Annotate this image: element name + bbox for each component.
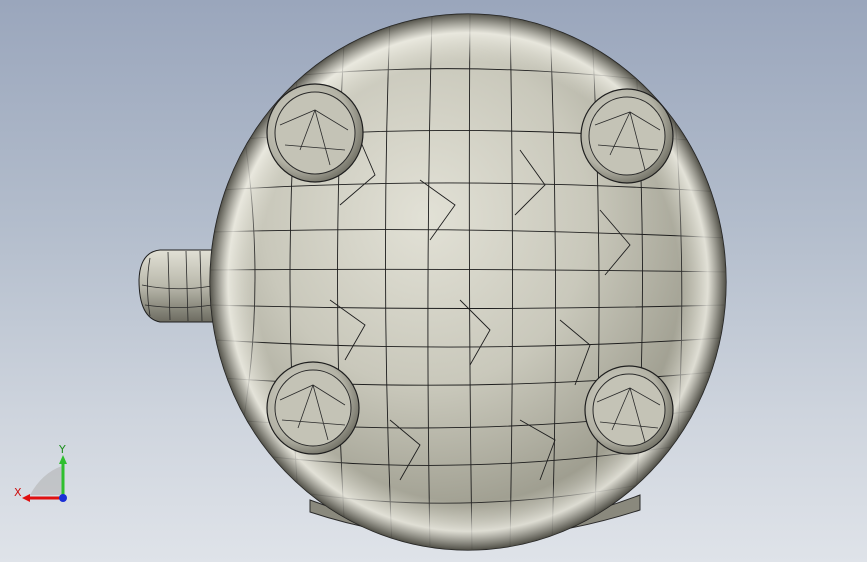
x-axis-label: X <box>14 486 22 499</box>
3d-model-mesh[interactable] <box>0 0 867 562</box>
boss-bottom-left[interactable] <box>266 361 360 455</box>
boss-bottom-right[interactable] <box>584 365 674 455</box>
triad-plane <box>30 466 62 495</box>
handle[interactable] <box>138 249 216 323</box>
z-axis-dot <box>59 494 67 502</box>
x-axis-arrowhead <box>22 494 30 502</box>
y-axis-arrowhead <box>59 455 67 464</box>
coordinate-triad: X Y <box>8 438 78 508</box>
boss-top-right[interactable] <box>580 88 674 184</box>
graphics-viewport[interactable]: X Y <box>0 0 867 562</box>
boss-top-left[interactable] <box>266 83 364 183</box>
y-axis-label: Y <box>59 443 66 456</box>
